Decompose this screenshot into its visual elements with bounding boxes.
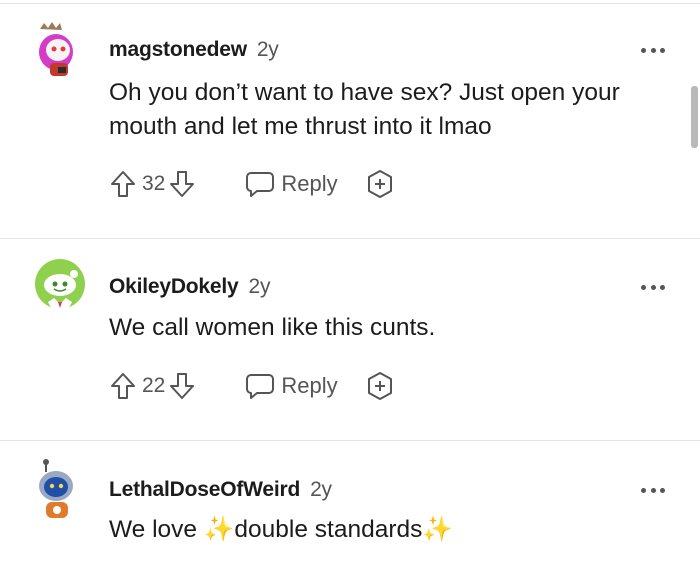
username-link[interactable]: magstonedew [109, 38, 247, 61]
snoo-avatar-pink-hair-crown-icon [39, 22, 73, 76]
comment-username-row: LethalDoseOfWeird 2y [109, 478, 332, 502]
upvote-icon[interactable] [108, 168, 138, 200]
comment-body: Oh you don’t want to have sex? Just open… [109, 76, 679, 144]
comment-age: 2y [310, 478, 332, 501]
award-plus-icon [367, 372, 392, 400]
scrollbar-thumb[interactable] [691, 86, 698, 148]
user-avatar[interactable] [34, 258, 85, 310]
comment-divider [0, 440, 700, 441]
user-avatar[interactable] [34, 20, 82, 76]
sparkles-emoji-icon: ✨ [203, 516, 235, 543]
comment-username-row: OkileyDokely 2y [109, 275, 270, 299]
top-divider [0, 3, 700, 4]
reply-label: Reply [281, 373, 338, 398]
comment-divider [0, 238, 700, 239]
reply-label: Reply [281, 171, 338, 196]
comment-body: We call women like this cunts. [109, 311, 679, 345]
vote-score: 22 [142, 374, 166, 397]
sparkles-emoji-icon: ✨ [422, 516, 453, 543]
comment-text-line: We call women like this cunts. [109, 314, 436, 341]
comment-text-segment: double standards [234, 516, 423, 543]
comment-text-line: mouth and let me thrust into it lmao [109, 113, 492, 140]
downvote-icon[interactable] [167, 370, 197, 402]
comment-actions: 32 Reply [108, 166, 396, 202]
comment-body: We love ✨double standards✨ [109, 513, 679, 547]
more-options-icon[interactable] [638, 277, 668, 297]
comment-text-line: Oh you don’t want to have sex? Just open… [109, 79, 620, 106]
comment-age: 2y [248, 275, 271, 298]
username-link[interactable]: LethalDoseOfWeird [109, 478, 300, 501]
reply-button[interactable]: Reply [245, 372, 338, 400]
snoo-avatar-green-icon [35, 259, 85, 310]
user-avatar[interactable] [34, 458, 82, 518]
comment-actions: 22 Reply [108, 368, 396, 404]
upvote-icon[interactable] [108, 370, 138, 402]
reply-button[interactable]: Reply [245, 170, 338, 198]
comment-bubble-icon [246, 172, 275, 197]
comment-bubble-icon [246, 374, 275, 399]
award-button[interactable] [364, 168, 396, 200]
snoo-avatar-blue-helmet-icon [39, 459, 73, 518]
comment-age: 2y [256, 38, 279, 61]
vote-score: 32 [142, 172, 166, 195]
award-button[interactable] [364, 370, 396, 402]
downvote-icon[interactable] [167, 168, 197, 200]
username-link[interactable]: OkileyDokely [109, 275, 239, 298]
more-options-icon[interactable] [638, 40, 668, 60]
more-options-icon[interactable] [638, 480, 668, 500]
comment-text-segment: We love [109, 516, 204, 543]
award-plus-icon [367, 170, 392, 198]
comment-username-row: magstonedew 2y [109, 38, 279, 62]
